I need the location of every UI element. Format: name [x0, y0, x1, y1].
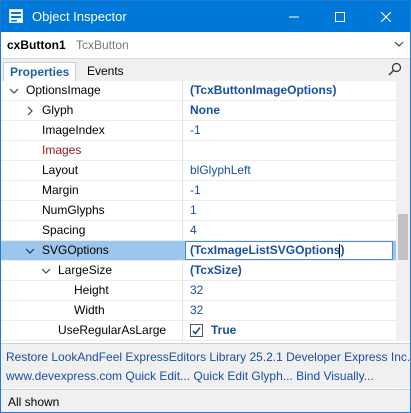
property-row-imageindex[interactable]: ImageIndex -1	[1, 121, 396, 141]
property-name: UseRegularAsLarge	[58, 323, 167, 337]
close-icon	[381, 11, 391, 22]
property-row-spacing[interactable]: Spacing 4	[1, 221, 396, 241]
property-row-optionsimage[interactable]: OptionsImage (TcxButtonImageOptions)	[1, 81, 396, 101]
property-row-svgoptions[interactable]: SVGOptions (TcxImageListSVGOptions)	[1, 241, 396, 261]
property-value[interactable]: -1	[190, 123, 201, 137]
object-class: TcxButton	[76, 38, 129, 52]
title-bar[interactable]: Object Inspector	[1, 1, 410, 32]
property-value[interactable]: (TcxSize)	[190, 263, 242, 277]
property-name: Spacing	[42, 223, 86, 237]
column-divider[interactable]	[182, 101, 183, 121]
column-divider[interactable]	[182, 81, 183, 101]
property-name: Height	[74, 283, 109, 297]
vertical-scrollbar[interactable]	[396, 81, 410, 341]
property-name: Width	[74, 303, 105, 317]
column-divider[interactable]	[182, 261, 183, 281]
checkmark-icon	[192, 327, 201, 335]
property-value[interactable]: 4	[190, 223, 197, 237]
search-icon[interactable]	[388, 62, 402, 76]
object-inspector-icon	[9, 9, 23, 23]
chevron-down-icon[interactable]	[394, 39, 404, 49]
status-bar: All shown	[1, 389, 410, 412]
property-name: Glyph	[42, 103, 74, 117]
property-value[interactable]: 32	[190, 283, 203, 297]
status-text: All shown	[8, 395, 60, 409]
property-row-numglyphs[interactable]: NumGlyphs 1	[1, 201, 396, 221]
property-value[interactable]: blGlyphLeft	[190, 163, 251, 177]
minimize-icon	[289, 16, 299, 17]
property-grid: OptionsImage (TcxButtonImageOptions) Gly…	[1, 81, 396, 341]
property-name: ImageIndex	[42, 123, 105, 137]
property-row-height[interactable]: Height 32	[1, 281, 396, 301]
collapse-chevron-icon[interactable]	[24, 245, 36, 257]
property-value: (TcxImageListSVGOptions)	[190, 243, 345, 257]
object-name: cxButton1	[7, 38, 66, 52]
column-divider[interactable]	[182, 121, 183, 141]
property-row-useregularaslarge[interactable]: UseRegularAsLarge True	[1, 321, 396, 341]
property-row-largesize[interactable]: LargeSize (TcxSize)	[1, 261, 396, 281]
column-divider[interactable]	[182, 301, 183, 321]
collapse-chevron-icon[interactable]	[40, 265, 52, 277]
column-divider[interactable]	[182, 181, 183, 201]
property-name: Margin	[42, 183, 79, 197]
close-button[interactable]	[363, 1, 409, 32]
checkbox[interactable]	[190, 324, 203, 337]
expand-chevron-icon[interactable]	[24, 105, 36, 117]
tab-events[interactable]: Events	[81, 62, 130, 81]
property-value[interactable]: 32	[190, 303, 203, 317]
property-value[interactable]: 1	[190, 203, 197, 217]
scrollbar-thumb[interactable]	[398, 214, 408, 260]
verbs-line-2[interactable]: www.devexpress.com Quick Edit... Quick E…	[6, 369, 374, 383]
property-name: SVGOptions	[42, 243, 109, 257]
property-name: Images	[42, 143, 82, 157]
verbs-line-1[interactable]: Restore LookAndFeel ExpressEditors Libra…	[6, 350, 410, 364]
text-caret	[339, 244, 340, 258]
property-value[interactable]: -1	[190, 183, 201, 197]
property-name: LargeSize	[58, 263, 113, 277]
property-name: NumGlyphs	[42, 203, 105, 217]
verbs-panel: Restore LookAndFeel ExpressEditors Libra…	[1, 343, 410, 388]
minimize-button[interactable]	[271, 1, 317, 32]
property-value-editor[interactable]: (TcxImageListSVGOptions)	[185, 241, 393, 260]
property-row-glyph[interactable]: Glyph None	[1, 101, 396, 121]
property-name: Layout	[42, 163, 79, 177]
inspector-tabs: Properties Events	[1, 59, 410, 82]
property-row-width[interactable]: Width 32	[1, 301, 396, 321]
object-selector[interactable]: cxButton1 TcxButton	[1, 32, 410, 59]
object-inspector-window: Object Inspector cxButton1 TcxButton Pro…	[0, 0, 411, 413]
collapse-chevron-icon[interactable]	[8, 85, 20, 97]
column-divider[interactable]	[182, 281, 183, 301]
property-value[interactable]: (TcxButtonImageOptions)	[190, 83, 336, 97]
maximize-button[interactable]	[317, 1, 363, 32]
tab-properties[interactable]: Properties	[3, 62, 77, 82]
property-row-images[interactable]: Images	[1, 141, 396, 161]
column-divider[interactable]	[182, 161, 183, 181]
column-divider[interactable]	[182, 141, 183, 161]
window-title: Object Inspector	[32, 9, 127, 24]
maximize-icon	[335, 11, 345, 22]
column-divider[interactable]	[182, 201, 183, 221]
property-name: OptionsImage	[26, 83, 101, 97]
column-divider[interactable]	[182, 221, 183, 241]
property-value[interactable]: None	[190, 103, 220, 117]
column-divider[interactable]	[182, 321, 183, 341]
property-row-margin[interactable]: Margin -1	[1, 181, 396, 201]
property-row-layout[interactable]: Layout blGlyphLeft	[1, 161, 396, 181]
property-value[interactable]: True	[211, 323, 236, 337]
